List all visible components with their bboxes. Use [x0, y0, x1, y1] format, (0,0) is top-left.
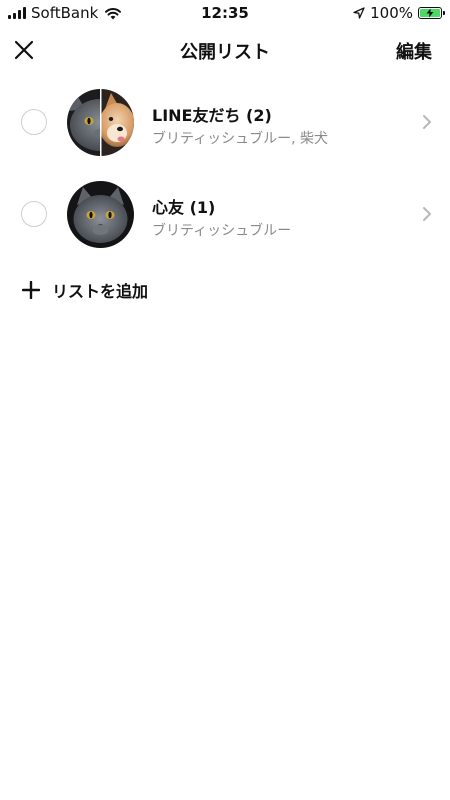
public-list: LINE友だち (2) ブリティッシュブルー, 柴犬 心友 (1) ブリティッシ… — [0, 86, 450, 270]
plus-icon — [22, 281, 40, 299]
avatar-cat-dog — [67, 89, 134, 156]
location-arrow-icon — [353, 7, 365, 19]
cat-dog-avatar-image — [67, 89, 134, 156]
add-list-button[interactable]: リストを追加 — [22, 278, 148, 302]
edit-button[interactable]: 編集 — [396, 38, 432, 64]
battery-fill — [420, 8, 440, 18]
list-members: ブリティッシュブルー — [152, 223, 292, 239]
select-radio[interactable] — [21, 109, 47, 135]
cat-avatar-image — [67, 181, 134, 248]
list-item-best-friend[interactable]: 心友 (1) ブリティッシュブルー — [0, 178, 450, 270]
list-item-line-friends[interactable]: LINE友だち (2) ブリティッシュブルー, 柴犬 — [0, 86, 450, 178]
list-title: 心友 (1) — [152, 198, 216, 217]
status-bar: SoftBank 12:35 100% — [0, 0, 450, 26]
page-title: 公開リスト — [180, 42, 270, 63]
status-right: 100% — [353, 4, 445, 22]
charging-bolt-icon — [426, 8, 434, 18]
nav-bar: 公開リスト 編集 — [0, 26, 450, 74]
chevron-right-icon — [423, 115, 431, 129]
chevron-right-icon — [423, 207, 431, 221]
battery-percent: 100% — [370, 4, 413, 22]
list-title: LINE友だち (2) — [152, 106, 272, 125]
list-members: ブリティッシュブルー, 柴犬 — [152, 131, 329, 147]
add-list-label: リストを追加 — [52, 282, 149, 301]
avatar-cat — [67, 181, 134, 248]
battery-icon — [418, 7, 445, 19]
select-radio[interactable] — [21, 201, 47, 227]
